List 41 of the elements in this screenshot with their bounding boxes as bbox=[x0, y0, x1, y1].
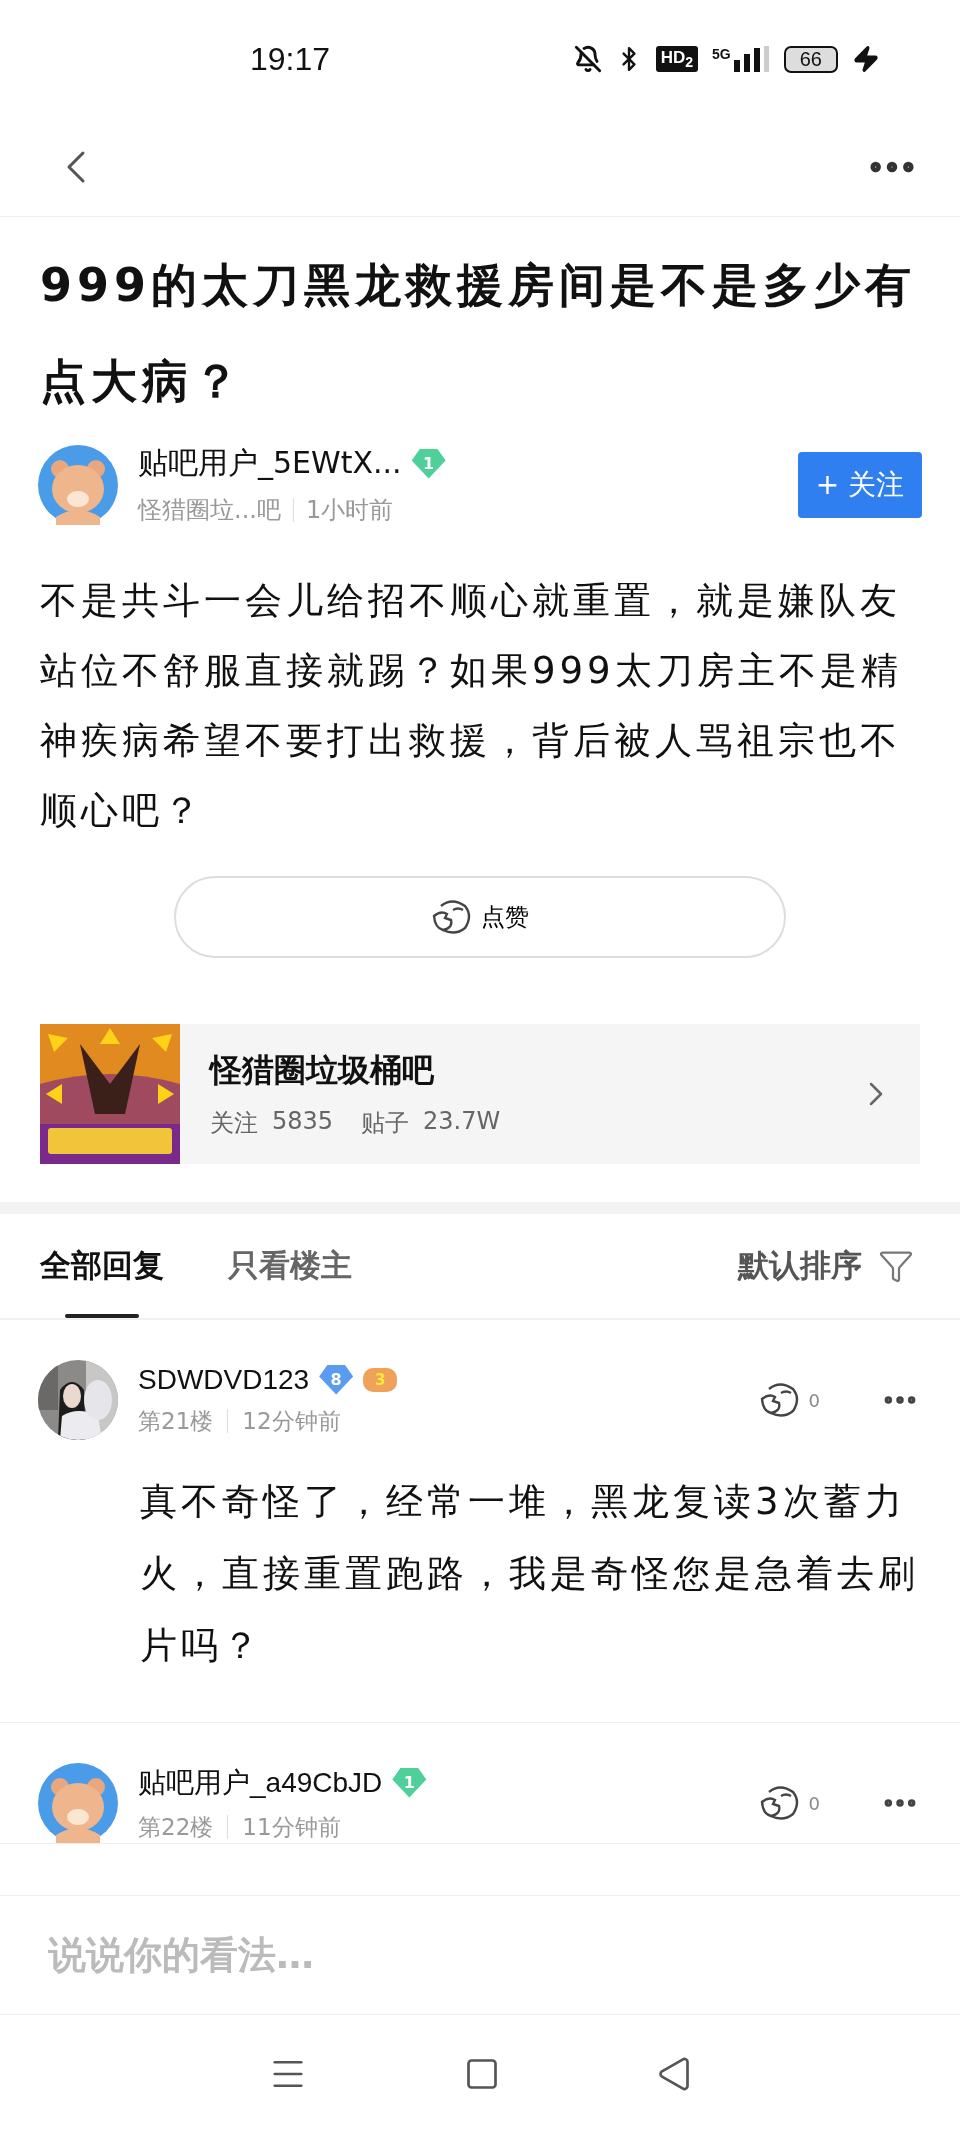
hd-indicator: HD$_{2}$ bbox=[655, 45, 699, 73]
like-count: 0 bbox=[808, 1389, 820, 1411]
stat-label: 关注 bbox=[210, 1108, 258, 1139]
game-level-badge: 3 bbox=[363, 1367, 398, 1392]
reply-author[interactable]: 贴吧用户_a49CbJD bbox=[138, 1763, 383, 1802]
reply-tab[interactable]: 只看楼主 bbox=[228, 1214, 352, 1318]
status-time: 19:17 bbox=[250, 40, 331, 78]
network-type: 5G bbox=[712, 46, 731, 62]
post-title: 999的太刀黑龙救援房间是不是多少有点大病？ bbox=[40, 257, 918, 410]
reply-tab[interactable]: 全部回复 bbox=[40, 1214, 164, 1318]
stat-label: 贴子 bbox=[361, 1108, 410, 1139]
level-badge: 1 bbox=[392, 1767, 427, 1798]
like-count: 0 bbox=[808, 1792, 820, 1814]
signal-icon bbox=[733, 46, 770, 72]
bell-off-icon bbox=[573, 45, 602, 73]
charging-icon bbox=[852, 45, 880, 73]
reply-time: 12分钟前 bbox=[242, 1406, 341, 1436]
stat-value: 23.7W bbox=[423, 1107, 501, 1137]
filter-icon bbox=[878, 1248, 914, 1284]
floor-number: 第22楼 bbox=[138, 1812, 214, 1842]
forum-title: 怪猎圈垃圾桶吧 bbox=[210, 1050, 435, 1091]
follow-button[interactable]: + 关注 bbox=[797, 451, 922, 518]
home-icon[interactable] bbox=[464, 2056, 500, 2092]
post-body: 不是共斗一会儿给招不顺心就重置，就是嫌队友站位不舒服直接就踢？如果999太刀房主不是精神疾病希望不要打出救援，背后被人骂祖宗也不顺心吧？ bbox=[40, 578, 903, 834]
battery-level: 66 bbox=[783, 45, 838, 73]
like-button[interactable]: 点赞 bbox=[174, 876, 786, 958]
post-time: 1小时前 bbox=[305, 495, 394, 526]
level-badge: 1 bbox=[411, 448, 446, 479]
sort-button[interactable]: 默认排序 bbox=[732, 1244, 920, 1288]
thumbs-up-face-icon[interactable] bbox=[758, 1784, 801, 1822]
reply-author[interactable]: SDWDVD123 bbox=[138, 1363, 310, 1396]
thumbs-up-face-icon[interactable] bbox=[758, 1381, 801, 1419]
forum-card[interactable]: 怪猎圈垃圾桶吧 关注 5835 贴子 23.7W bbox=[40, 1024, 920, 1164]
level-badge: 8 bbox=[319, 1364, 354, 1395]
author-name[interactable]: 贴吧用户_5EWtX... bbox=[138, 443, 402, 484]
back-icon[interactable] bbox=[656, 2056, 692, 2092]
stat-value: 5835 bbox=[272, 1107, 334, 1137]
reply-time: 11分钟前 bbox=[242, 1812, 341, 1842]
reply-text: 真不奇怪了，经常一堆，黑龙复读3次蓄力火，直接重置跑路，我是奇怪您是急着去刷片吗？ bbox=[140, 1479, 920, 1669]
thumbs-up-face-icon[interactable] bbox=[431, 898, 473, 936]
floor-number: 第21楼 bbox=[138, 1406, 214, 1436]
